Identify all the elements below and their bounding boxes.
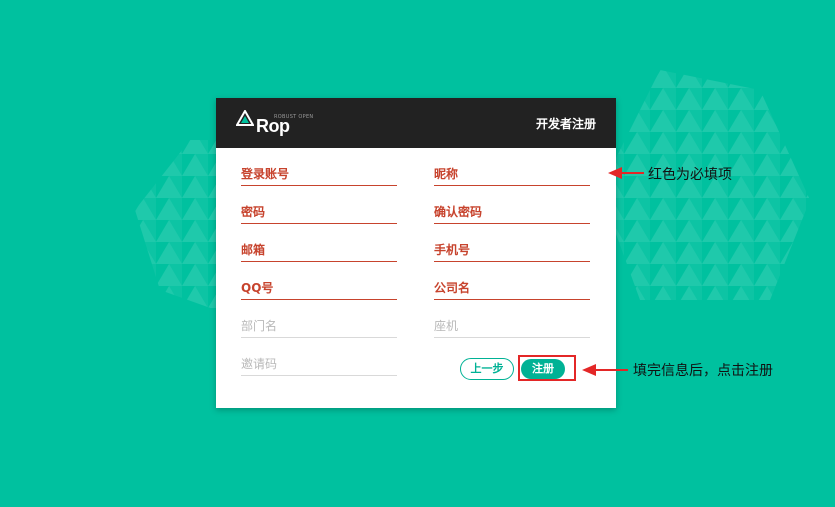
card-header: ROBUST OPEN Rop 开发者注册 xyxy=(216,98,616,148)
company-field xyxy=(434,275,590,300)
rop-logo: ROBUST OPEN Rop xyxy=(236,110,316,136)
nickname-field xyxy=(434,161,590,186)
invite-code-input[interactable] xyxy=(241,355,391,373)
login-account-field xyxy=(241,161,397,186)
register-button[interactable]: 注册 xyxy=(521,359,565,379)
department-input[interactable] xyxy=(241,317,391,335)
nickname-input[interactable] xyxy=(434,165,584,183)
landline-input[interactable] xyxy=(434,317,584,335)
logo-text: Rop xyxy=(256,116,290,136)
department-field xyxy=(241,313,397,338)
email-field xyxy=(241,237,397,262)
qq-input[interactable] xyxy=(241,279,391,297)
arrow-left-icon xyxy=(608,167,644,179)
phone-input[interactable] xyxy=(434,241,584,259)
confirm-password-input[interactable] xyxy=(434,203,584,221)
required-note: 红色为必填项 xyxy=(648,167,732,183)
register-note: 填完信息后，点击注册 xyxy=(633,363,773,379)
register-card: ROBUST OPEN Rop 开发者注册 上一步 注册 xyxy=(216,98,616,408)
email-input[interactable] xyxy=(241,241,391,259)
login-account-input[interactable] xyxy=(241,165,391,183)
password-field xyxy=(241,199,397,224)
password-input[interactable] xyxy=(241,203,391,221)
qq-field xyxy=(241,275,397,300)
triangle-logo-icon xyxy=(236,110,254,126)
arrow-left-icon xyxy=(582,364,628,376)
landline-field xyxy=(434,313,590,338)
prev-step-button[interactable]: 上一步 xyxy=(460,358,514,380)
phone-field xyxy=(434,237,590,262)
invite-code-field xyxy=(241,351,397,376)
company-input[interactable] xyxy=(434,279,584,297)
confirm-password-field xyxy=(434,199,590,224)
page-title: 开发者注册 xyxy=(535,117,596,131)
